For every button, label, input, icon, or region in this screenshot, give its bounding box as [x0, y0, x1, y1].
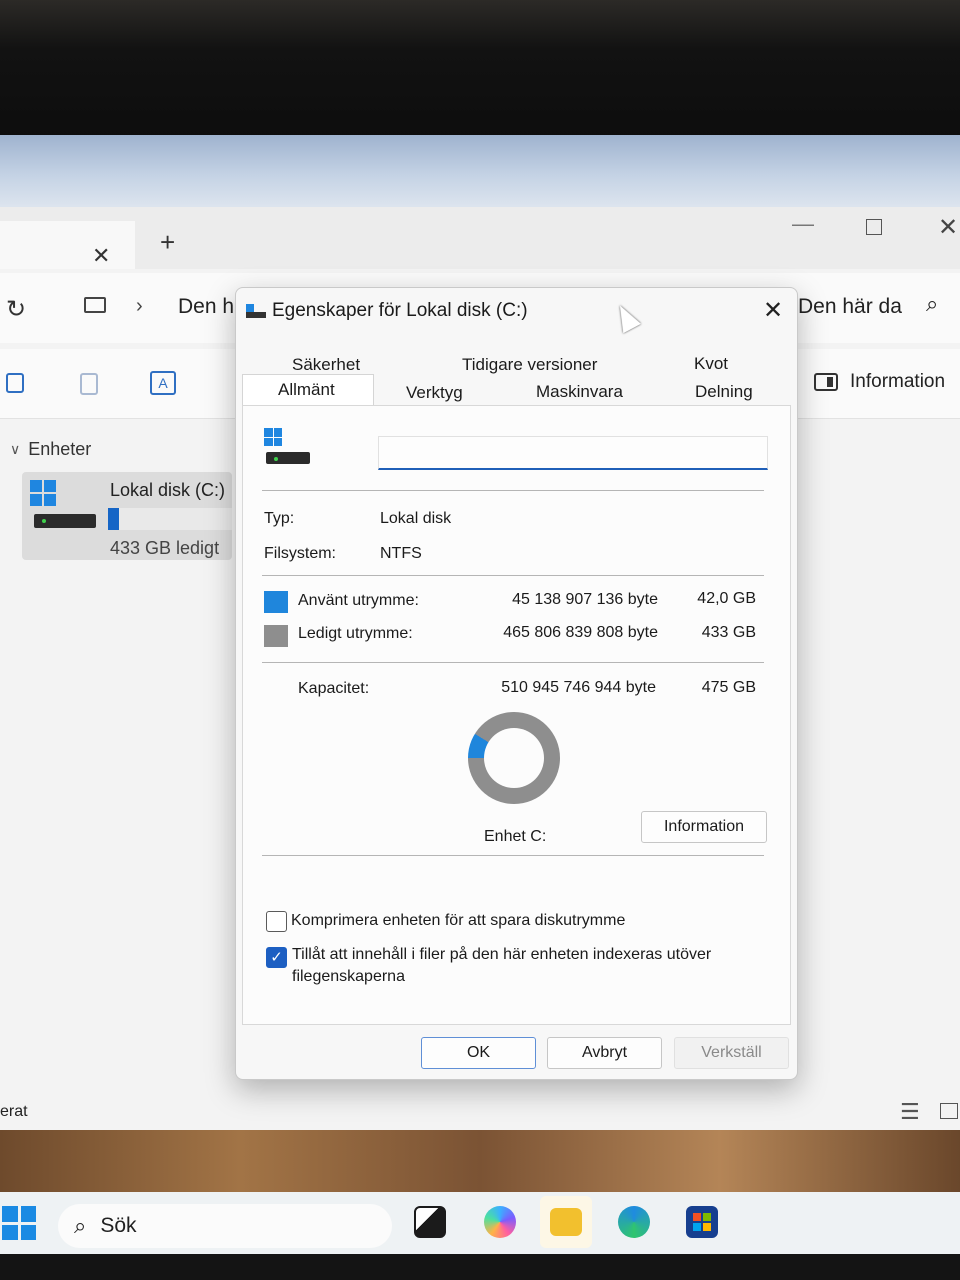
details-pane-label: Information: [850, 371, 946, 392]
tab-previous-versions[interactable]: Tidigare versioner: [462, 355, 597, 375]
taskbar-search-label: Sök: [100, 1214, 137, 1237]
allow-indexing-checkbox[interactable]: ✓: [266, 947, 287, 968]
task-view-icon[interactable]: [414, 1206, 446, 1238]
filesystem-label: Filsystem:: [264, 545, 336, 562]
tab-quota[interactable]: Kvot: [694, 354, 728, 374]
tiles-view-icon[interactable]: [940, 1103, 958, 1119]
mouse-cursor-icon: [611, 300, 641, 334]
used-space-bytes: 45 138 907 136 byte: [512, 591, 658, 608]
divider: [262, 662, 764, 663]
this-pc-icon[interactable]: [84, 297, 106, 313]
free-space-label: Ledigt utrymme:: [298, 625, 413, 642]
hard-drive-icon: [34, 514, 96, 528]
capacity-bytes: 510 945 746 944 byte: [501, 679, 656, 696]
free-space-gb: 433 GB: [701, 624, 756, 641]
tab-security[interactable]: Säkerhet: [292, 355, 360, 375]
apply-button[interactable]: Verkställ: [674, 1037, 789, 1069]
cancel-button[interactable]: Avbryt: [547, 1037, 662, 1069]
search-icon[interactable]: ⌕: [926, 291, 938, 317]
close-tab-icon[interactable]: ✕: [92, 243, 110, 269]
free-space-swatch: [264, 625, 288, 647]
screen-bezel-top: [0, 0, 960, 140]
explorer-tab[interactable]: ✕: [0, 221, 135, 269]
edge-browser-icon[interactable]: [618, 1206, 650, 1238]
explorer-tab-bar: ✕ + — ✕: [0, 207, 960, 269]
ok-button[interactable]: OK: [421, 1037, 536, 1069]
type-value: Lokal disk: [380, 510, 452, 527]
tab-tools[interactable]: Verktyg: [406, 383, 463, 403]
chevron-right-icon[interactable]: ›: [136, 295, 143, 318]
allow-indexing-label-line1: Tillåt att innehåll i filer på den här e…: [292, 946, 712, 963]
used-space-label: Använt utrymme:: [298, 592, 419, 609]
windows-logo-icon: [264, 428, 282, 446]
tab-hardware[interactable]: Maskinvara: [536, 382, 623, 402]
microsoft-store-icon[interactable]: [686, 1206, 718, 1238]
copy-icon[interactable]: [6, 373, 24, 393]
drive-usage-bar: [108, 508, 232, 530]
capacity-gb: 475 GB: [701, 679, 756, 696]
filesystem-value: NTFS: [380, 545, 422, 562]
hard-drive-icon: [266, 452, 310, 464]
drive-usage-fill: [108, 508, 119, 530]
new-tab-icon[interactable]: +: [160, 227, 175, 258]
free-space-bytes: 465 806 839 808 byte: [503, 624, 658, 641]
capacity-label: Kapacitet:: [298, 680, 370, 697]
compress-drive-label: Komprimera enheten för att spara diskutr…: [291, 912, 626, 929]
taskbar-search[interactable]: ⌕ Sök: [58, 1204, 392, 1248]
status-bar-text: erat: [0, 1103, 28, 1120]
search-input[interactable]: Den här da: [798, 295, 904, 319]
drive-letter-label: Enhet C:: [484, 828, 547, 845]
taskbar: ⌕ Sök: [0, 1192, 960, 1254]
dialog-title-bar[interactable]: Egenskaper för Lokal disk (C:) ✕: [236, 288, 797, 336]
desktop-wallpaper-sky: [0, 135, 960, 210]
tab-general[interactable]: Allmänt: [278, 380, 335, 400]
used-space-swatch: [264, 591, 288, 613]
volume-name-input[interactable]: [378, 436, 768, 470]
nav-section-label: Enheter: [28, 439, 92, 459]
close-window-icon[interactable]: ✕: [938, 213, 958, 242]
compress-drive-checkbox[interactable]: [266, 911, 287, 932]
rename-icon[interactable]: A: [150, 371, 176, 395]
divider: [262, 575, 764, 576]
divider: [262, 855, 764, 856]
copilot-icon[interactable]: [484, 1206, 516, 1238]
details-view-icon[interactable]: ☰: [900, 1099, 920, 1125]
refresh-icon[interactable]: ↻: [6, 295, 26, 324]
start-icon[interactable]: [2, 1206, 36, 1240]
windows-logo-icon: [30, 480, 56, 506]
drive-tile-c[interactable]: Lokal disk (C:) 433 GB ledigt: [22, 472, 232, 560]
used-space-gb: 42,0 GB: [697, 590, 756, 607]
screen-bezel-bottom: [0, 1254, 960, 1280]
disk-usage-donut-chart: [468, 712, 560, 804]
disk-cleanup-info-button[interactable]: Information: [641, 811, 767, 843]
minimize-icon[interactable]: —: [792, 211, 814, 237]
search-icon: ⌕: [74, 1213, 87, 1238]
close-dialog-icon[interactable]: ✕: [763, 296, 783, 325]
file-explorer-icon[interactable]: [550, 1208, 582, 1236]
details-pane-button[interactable]: Information: [814, 371, 945, 393]
type-label: Typ:: [264, 510, 295, 527]
tab-sharing[interactable]: Delning: [695, 382, 753, 402]
maximize-icon[interactable]: [866, 219, 882, 235]
drive-icon: [246, 304, 266, 318]
breadcrumb[interactable]: Den h: [178, 295, 234, 319]
drive-name: Lokal disk (C:): [110, 480, 226, 500]
nav-section-devices[interactable]: ∨ Enheter: [10, 439, 91, 460]
allow-indexing-label-line2: filegenskaperna: [292, 968, 405, 985]
desktop-wallpaper-ground: [0, 1130, 960, 1195]
details-pane-icon: [814, 373, 838, 391]
dialog-title: Egenskaper för Lokal disk (C:): [272, 300, 528, 321]
drive-free-space: 433 GB ledigt: [110, 538, 220, 558]
chevron-down-icon: ∨: [10, 441, 21, 457]
paste-icon[interactable]: [80, 373, 98, 395]
donut-hole: [484, 728, 544, 788]
drive-properties-dialog: Egenskaper för Lokal disk (C:) ✕ Säkerhe…: [235, 287, 798, 1080]
divider: [262, 490, 764, 491]
